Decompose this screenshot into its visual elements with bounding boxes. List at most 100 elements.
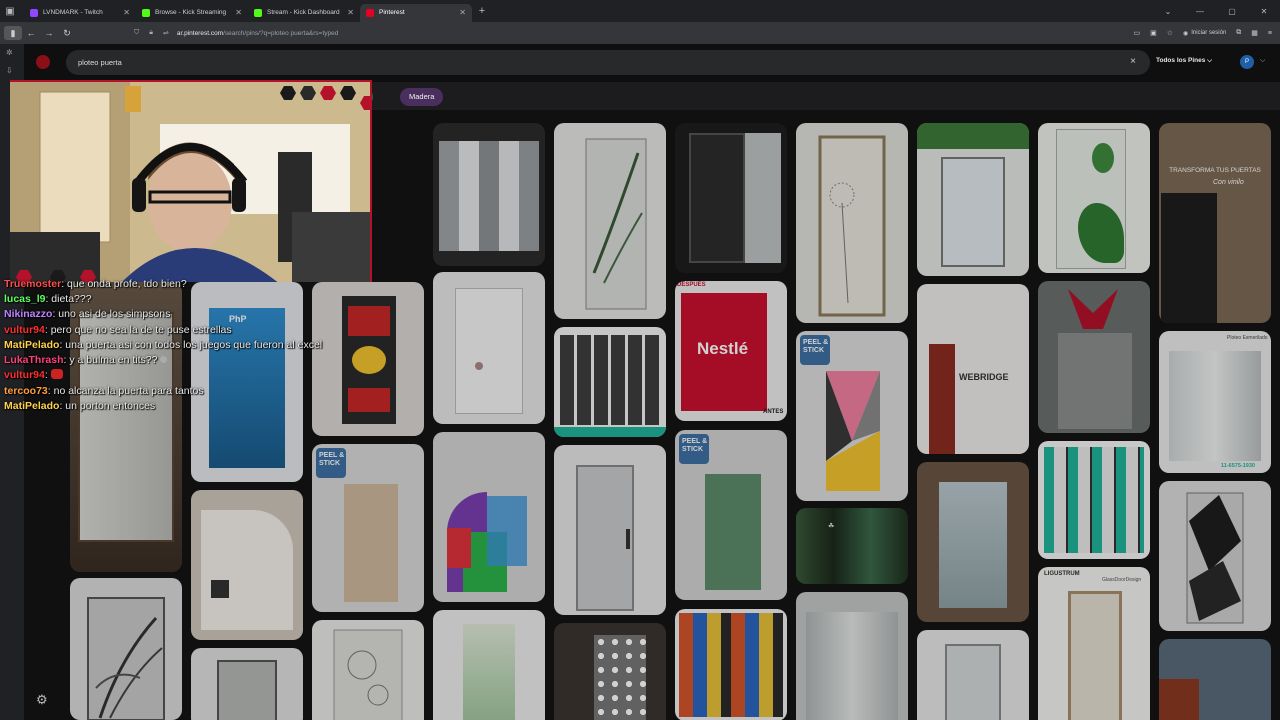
chat-text: : y a bulma en tits??: [63, 354, 158, 367]
chat-username[interactable]: MatiPelado: [4, 339, 59, 351]
search-input[interactable]: ploteo puerta: [78, 58, 122, 67]
pin-card[interactable]: Ploteo Esmerilado 11-6575-1930: [1159, 331, 1271, 473]
extension-badge-icon[interactable]: ▦: [1251, 29, 1258, 37]
chat-message: MatiPelado: un porton entonces: [2, 399, 332, 414]
pin-card[interactable]: [1159, 481, 1271, 631]
browser-tab-bar: ▣ LVNDMARK - Twitch ✕ Browse - Kick Stream…: [0, 0, 1280, 22]
pin-card[interactable]: [1038, 441, 1150, 559]
chat-username[interactable]: tercoo73: [4, 385, 48, 397]
url-path: /search/pins/?q=ploteo puerta&rs=typed: [223, 29, 339, 37]
bookmark-star-icon[interactable]: ☆: [1167, 29, 1173, 37]
screenshot-icon[interactable]: ▣: [1150, 29, 1157, 37]
pin-card[interactable]: [433, 432, 545, 602]
install-icon[interactable]: ▭: [1133, 29, 1140, 37]
address-bar[interactable]: ⛉ 🔒︎ ⇌ ar.pinterest.com /search/pins/?q=…: [132, 25, 1112, 41]
pin-card[interactable]: [796, 123, 908, 323]
lock-icon[interactable]: 🔒︎: [149, 29, 153, 37]
shield-icon[interactable]: ⛉: [134, 29, 139, 37]
gear-icon[interactable]: ⚙: [36, 692, 48, 708]
pinterest-logo[interactable]: [36, 55, 50, 69]
pin-card[interactable]: PEEL & STICK: [675, 430, 787, 600]
chat-username[interactable]: vultur94: [4, 369, 45, 381]
pin-card[interactable]: [70, 578, 182, 720]
pin-card[interactable]: TRANSFORMA TUS PUERTAS Con vinilo: [1159, 123, 1271, 323]
avatar[interactable]: P: [1240, 55, 1254, 69]
window-menu-icon[interactable]: ▣: [0, 0, 20, 22]
forward-button[interactable]: →: [40, 28, 58, 38]
pin-card[interactable]: [917, 630, 1029, 720]
browser-tab[interactable]: Stream - Kick Dashboard ✕: [248, 4, 360, 22]
extensions-icon[interactable]: ⧉: [1236, 29, 1241, 37]
pin-card[interactable]: [433, 272, 545, 424]
chat-username[interactable]: MatiPelado: [4, 400, 59, 412]
pin-card[interactable]: PEEL & STICK: [796, 331, 908, 501]
glassdoor-label: GlassDoorDesign: [1102, 577, 1142, 583]
sidebar-toggle-icon[interactable]: ▮: [4, 26, 22, 40]
frosted-office-image: [1169, 351, 1261, 461]
close-window-button[interactable]: ✕: [1248, 7, 1280, 16]
chat-username[interactable]: LukaThrash: [4, 354, 64, 366]
pin-card[interactable]: ☘: [796, 508, 908, 584]
pin-card[interactable]: [554, 445, 666, 615]
pin-card[interactable]: [191, 648, 303, 720]
chat-text: :: [44, 369, 48, 382]
account-chevron-icon[interactable]: ⌵: [1260, 57, 1265, 65]
pin-card[interactable]: [675, 123, 787, 273]
tab-close-icon[interactable]: ✕: [235, 8, 242, 17]
peel-stick-label: PEEL & STICK: [319, 452, 345, 467]
pin-card[interactable]: [312, 620, 424, 720]
browser-tab[interactable]: Browse - Kick Streaming ✕: [136, 4, 248, 22]
heron-door-image: [939, 482, 1007, 608]
chat-username[interactable]: Truemoster: [4, 278, 61, 290]
pin-card[interactable]: [554, 123, 666, 319]
chat-username[interactable]: lucas_l9: [4, 293, 45, 305]
dandelion-door-image: [818, 135, 886, 317]
tab-search-icon[interactable]: ⌄: [1152, 7, 1184, 16]
chat-message: MatiPelado: una puerta asi con todos los…: [2, 338, 332, 353]
menu-icon[interactable]: ≡: [1268, 30, 1272, 37]
pin-card[interactable]: [675, 609, 787, 720]
screen: ▣ LVNDMARK - Twitch ✕ Browse - Kick Stream…: [0, 0, 1280, 720]
clear-search-icon[interactable]: ×: [1130, 56, 1136, 67]
sparkle-icon[interactable]: ✲: [6, 48, 13, 57]
chat-username[interactable]: vultur94: [4, 324, 45, 336]
signin-button[interactable]: ◉ Iniciar sesión: [1183, 30, 1226, 37]
mandala-door-image: [705, 474, 761, 590]
browser-tab[interactable]: Pinterest ✕: [360, 3, 472, 22]
chat-message: Truemoster: que onda profe, tdo bien?: [2, 277, 332, 292]
pin-card[interactable]: [554, 327, 666, 437]
reload-button[interactable]: ↻: [58, 28, 76, 39]
pin-card[interactable]: [796, 592, 908, 720]
new-tab-button[interactable]: +: [472, 5, 492, 17]
pin-card[interactable]: [433, 123, 545, 266]
leaf-door-image: [87, 597, 165, 720]
filter-dropdown[interactable]: Todos los Pines ⌵: [1156, 57, 1212, 65]
pin-card[interactable]: LIGUSTRUM GlassDoorDesign: [1038, 567, 1150, 720]
office-image: [1159, 679, 1199, 720]
chat-username[interactable]: Nikinazzo: [4, 308, 52, 320]
browser-tab[interactable]: LVNDMARK - Twitch ✕: [24, 4, 136, 22]
filter-pill[interactable]: Madera: [400, 88, 444, 106]
pin-card[interactable]: Nestlé DESPUÉS ANTES: [675, 281, 787, 421]
pin-card[interactable]: [1038, 281, 1150, 433]
back-button[interactable]: ←: [22, 28, 40, 38]
wings-logo-image: [1068, 289, 1118, 329]
pin-card[interactable]: [191, 490, 303, 640]
tab-close-icon[interactable]: ✕: [347, 8, 354, 17]
pin-card[interactable]: [433, 610, 545, 720]
pin-card[interactable]: PEEL & STICK: [312, 444, 424, 612]
pin-card[interactable]: [1159, 639, 1271, 720]
maximize-button[interactable]: ▢: [1216, 7, 1248, 16]
pin-card[interactable]: WEBRIDGE: [917, 284, 1029, 454]
download-icon[interactable]: ⇩: [6, 66, 13, 75]
search-bar[interactable]: ploteo puerta ×: [66, 50, 1150, 75]
account-icon: ◉: [1183, 30, 1189, 37]
pin-card[interactable]: [554, 623, 666, 720]
tab-close-icon[interactable]: ✕: [123, 8, 130, 17]
pin-card[interactable]: [1038, 123, 1150, 273]
site-settings-icon[interactable]: ⇌: [163, 29, 169, 37]
pin-card[interactable]: [917, 123, 1029, 276]
pin-card[interactable]: [917, 462, 1029, 622]
tab-close-icon[interactable]: ✕: [459, 8, 466, 17]
minimize-button[interactable]: —: [1184, 7, 1216, 16]
